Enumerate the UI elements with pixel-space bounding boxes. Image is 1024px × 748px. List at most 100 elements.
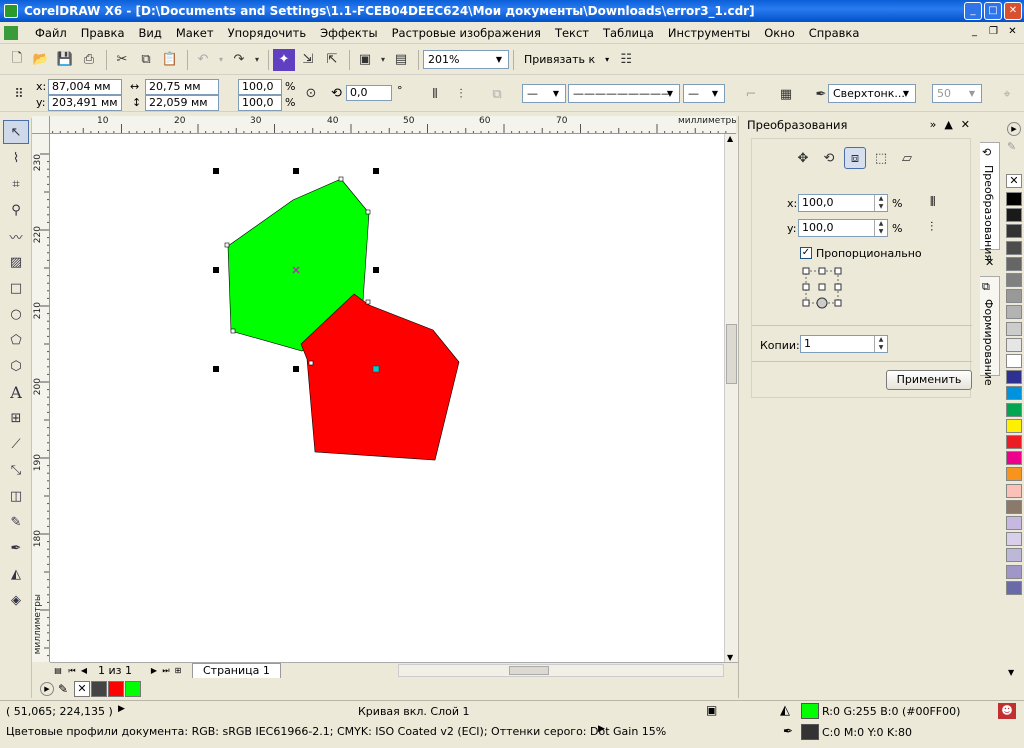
palette-color-swatch[interactable] xyxy=(1006,402,1022,417)
palette-no-color-swatch[interactable]: ✕ xyxy=(1006,174,1022,188)
proportional-checkbox[interactable]: ✓ xyxy=(800,247,812,259)
skew-mode-icon[interactable]: ▱ xyxy=(896,147,918,169)
scroll-down-icon[interactable]: ▼ xyxy=(727,653,733,662)
palette-scroll-down-icon[interactable]: ▼ xyxy=(1008,668,1014,677)
rotation-field[interactable]: 0,0 xyxy=(346,85,392,101)
selection-handle[interactable] xyxy=(373,267,379,273)
height-field[interactable]: 22,059 мм xyxy=(145,95,219,111)
apply-button[interactable]: Применить xyxy=(886,370,972,390)
menu-bitmaps[interactable]: Растровые изображения xyxy=(385,26,548,40)
eyedropper-icon[interactable]: ✎ xyxy=(58,682,74,696)
redo-dropdown-icon[interactable]: ▾ xyxy=(252,49,262,71)
wrap-text-icon[interactable]: ⌐ xyxy=(740,83,762,105)
mirror-horizontal-icon[interactable]: ⫴ xyxy=(930,195,935,210)
undo-icon[interactable]: ↶ xyxy=(192,49,214,71)
palette-scroll-up-icon[interactable]: ▶ xyxy=(1007,122,1021,136)
palette-color-swatch[interactable] xyxy=(1006,208,1022,223)
ellipse-tool-icon[interactable]: ○ xyxy=(3,302,29,326)
vertical-scrollbar[interactable]: ▲ ▼ xyxy=(724,134,738,662)
rotate-mode-icon[interactable]: ⟲ xyxy=(818,147,840,169)
tab-close-icon[interactable]: ✕ xyxy=(985,256,994,269)
close-button[interactable]: ✕ xyxy=(1004,2,1022,20)
y-position-field[interactable]: 203,491 мм xyxy=(48,95,122,111)
menu-layout[interactable]: Макет xyxy=(169,26,221,40)
docker-collapse-icon[interactable]: ▲ xyxy=(944,118,952,131)
document-navigator-icon[interactable]: ▤ xyxy=(50,666,66,675)
start-arrow-combo[interactable]: — ▼ xyxy=(522,84,566,103)
next-page-icon[interactable]: ▶ xyxy=(148,666,160,675)
cut-icon[interactable]: ✂ xyxy=(111,49,133,71)
first-page-icon[interactable]: ⏮ xyxy=(66,666,78,676)
lock-ratio-icon[interactable]: ⊙ xyxy=(300,82,322,104)
selection-handle[interactable] xyxy=(293,168,299,174)
interactive-fill-tool-icon[interactable]: ◈ xyxy=(3,588,29,612)
mirror-horizontal-icon[interactable]: ⫴ xyxy=(424,83,446,105)
launcher-dropdown-icon[interactable]: ▾ xyxy=(378,49,388,71)
palette-color-swatch[interactable] xyxy=(1006,580,1022,595)
scale-x-field[interactable]: 100,0 xyxy=(238,79,282,95)
smart-fill-tool-icon[interactable]: ▨ xyxy=(3,250,29,274)
text-tool-icon[interactable]: A xyxy=(3,380,29,404)
to-front-icon[interactable]: ▦ xyxy=(775,83,797,105)
menu-tools[interactable]: Инструменты xyxy=(661,26,757,40)
scale-y-field[interactable]: 100,0 xyxy=(238,95,282,111)
table-tool-icon[interactable]: ⊞ xyxy=(3,406,29,430)
drawing-canvas[interactable] xyxy=(50,134,724,662)
search-content-icon[interactable]: ✦ xyxy=(273,48,295,71)
palette-color-swatch[interactable] xyxy=(1006,370,1022,385)
vertical-scroll-thumb[interactable] xyxy=(726,324,737,384)
palette-color-swatch[interactable] xyxy=(1006,548,1022,563)
menu-window[interactable]: Окно xyxy=(757,26,802,40)
rectangle-tool-icon[interactable]: □ xyxy=(3,276,29,300)
eyedropper-tool-icon[interactable]: ✎ xyxy=(3,510,29,534)
convert-to-curves-icon[interactable]: ⌖ xyxy=(996,83,1018,105)
menu-table[interactable]: Таблица xyxy=(596,26,661,40)
pick-tool-icon[interactable]: ↖ xyxy=(3,120,29,144)
copies-field[interactable]: 1 ▲ ▼ xyxy=(800,335,888,353)
outline-color-swatch[interactable] xyxy=(801,724,819,740)
palette-color-swatch[interactable] xyxy=(1006,305,1022,320)
tab-shaping[interactable]: ⧉ Формирование xyxy=(980,276,1000,386)
scroll-up-icon[interactable]: ▲ xyxy=(727,134,733,143)
palette-color-swatch[interactable] xyxy=(1006,273,1022,287)
ruler-origin[interactable] xyxy=(32,116,50,134)
palette-color-swatch[interactable] xyxy=(1006,240,1022,255)
doc-restore-button[interactable]: ❐ xyxy=(986,25,1001,39)
fill-tool-icon[interactable]: ◭ xyxy=(3,562,29,586)
undo-dropdown-icon[interactable]: ▾ xyxy=(216,49,226,71)
horizontal-ruler[interactable]: 10 20 30 40 50 60 70 миллиметры xyxy=(50,116,736,134)
crop-tool-icon[interactable]: ⌗ xyxy=(3,172,29,196)
menu-help[interactable]: Справка xyxy=(802,26,867,40)
spin-arrows-icon[interactable]: ▲ ▼ xyxy=(874,195,887,211)
palette-color-swatch[interactable] xyxy=(1006,516,1022,530)
outline-width-combo[interactable]: Сверхтонк... ▼ xyxy=(828,84,916,103)
palette-color-swatch[interactable] xyxy=(1006,337,1022,352)
freehand-tool-icon[interactable]: 〰 xyxy=(3,224,29,248)
palette-color-swatch[interactable] xyxy=(1006,483,1022,498)
palette-color-swatch[interactable] xyxy=(1006,467,1022,482)
doc-close-button[interactable]: ✕ xyxy=(1005,25,1020,39)
tab-transformations[interactable]: ⟲ Преобразования xyxy=(980,142,1000,261)
redo-icon[interactable]: ↷ xyxy=(228,49,250,71)
user-icon[interactable]: ☻ xyxy=(998,703,1016,719)
status-arrow-icon[interactable]: ▶ xyxy=(118,704,125,714)
spin-arrows-icon[interactable]: ▲ ▼ xyxy=(874,336,887,352)
polygon-tool-icon[interactable]: ⬠ xyxy=(3,328,29,352)
docker-y-field[interactable]: 100,0 ▲ ▼ xyxy=(798,219,888,237)
palette-color-swatch[interactable] xyxy=(1006,289,1022,304)
new-document-icon[interactable]: 🗋 xyxy=(6,49,28,71)
palette-color-swatch[interactable] xyxy=(1006,451,1022,466)
palette-color-swatch[interactable] xyxy=(1006,192,1022,206)
palette-color-swatch[interactable] xyxy=(1006,354,1022,368)
spin-arrows-icon[interactable]: ▲ ▼ xyxy=(874,220,887,236)
selection-handle[interactable] xyxy=(213,267,219,273)
horizontal-scroll-thumb[interactable] xyxy=(509,666,549,675)
scale-mirror-mode-icon[interactable]: ⧈ xyxy=(844,147,866,169)
fill-color-swatch[interactable] xyxy=(801,703,819,719)
open-icon[interactable]: 📂 xyxy=(30,49,52,71)
selection-handle[interactable] xyxy=(293,366,299,372)
palette-color-swatch[interactable] xyxy=(1006,418,1022,433)
mirror-vertical-icon[interactable]: ⫶ xyxy=(450,83,472,105)
vertical-ruler[interactable]: 230 220 210 200 190 180 миллиметры xyxy=(32,134,50,662)
quick-customize-icon[interactable]: ⧉ xyxy=(486,83,508,105)
